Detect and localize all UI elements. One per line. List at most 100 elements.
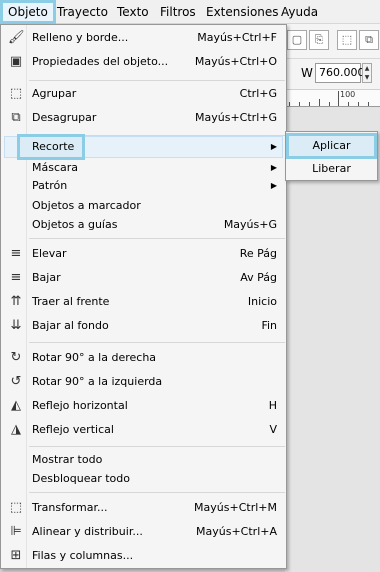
flip-vertical-icon: ◮ bbox=[11, 422, 21, 437]
raise-to-top-icon: ⇈ bbox=[10, 294, 22, 309]
align-icon: ⊫ bbox=[10, 524, 22, 539]
ungroup-icon: ⧉ bbox=[11, 110, 21, 125]
ruler-tick bbox=[329, 102, 330, 106]
menu-ayuda[interactable]: Ayuda bbox=[276, 0, 323, 24]
menu-item-label: Rotar 90° a la derecha bbox=[32, 351, 157, 364]
menu-item-relleno-y-borde[interactable]: 🖌 Relleno y borde... Mayús+Ctrl+F bbox=[4, 27, 283, 49]
menubar: Objeto Trayecto Texto Filtros Extensione… bbox=[0, 0, 380, 24]
menu-item-shortcut: H bbox=[268, 399, 277, 412]
menu-item-label: Transformar... bbox=[32, 501, 108, 514]
menu-item-filas-y-columnas[interactable]: ⊞ Filas y columnas... bbox=[4, 545, 283, 567]
duplicate-icon[interactable]: ⧉ bbox=[359, 30, 379, 50]
menu-item-label: Agrupar bbox=[32, 87, 77, 100]
menu-objeto[interactable]: Objeto bbox=[0, 0, 56, 24]
ruler-label: 100 bbox=[340, 90, 356, 99]
menu-item-objetos-a-guias[interactable]: Objetos a guías Mayús+G bbox=[4, 214, 283, 236]
menu-item-label: Bajar al fondo bbox=[32, 319, 109, 332]
menu-item-shortcut: Mayús+Ctrl+A bbox=[196, 525, 277, 538]
submenu-item-aplicar[interactable]: Aplicar bbox=[286, 133, 377, 159]
toolbar-button-icon[interactable]: ▢ bbox=[287, 30, 307, 50]
raise-icon: ≡ bbox=[10, 246, 22, 261]
paintbrush-icon: 🖌 bbox=[8, 30, 25, 45]
menu-item-label: Bajar bbox=[32, 271, 61, 284]
menu-item-shortcut: V bbox=[269, 423, 277, 436]
menu-item-reflejo-horizontal[interactable]: ◭ Reflejo horizontal H bbox=[4, 395, 283, 417]
ruler-tick bbox=[309, 102, 310, 106]
ruler-tick bbox=[319, 99, 320, 106]
menu-item-shortcut: Mayús+G bbox=[223, 218, 277, 231]
menu-item-desbloquear-todo[interactable]: Desbloquear todo bbox=[4, 468, 283, 490]
lower-icon: ≡ bbox=[10, 270, 22, 285]
menu-item-shortcut: Inicio bbox=[247, 295, 277, 308]
menu-item-label: Elevar bbox=[32, 247, 67, 260]
menu-item-agrupar[interactable]: ⬚ Agrupar Ctrl+G bbox=[4, 83, 283, 105]
ruler-tick bbox=[338, 91, 339, 106]
menu-separator bbox=[29, 238, 285, 239]
menu-item-label: Reflejo vertical bbox=[32, 423, 114, 436]
width-spinner[interactable]: ▲ ▼ bbox=[362, 63, 372, 83]
menu-item-desagrupar[interactable]: ⧉ Desagrupar Mayús+Ctrl+G bbox=[4, 107, 283, 129]
lower-to-bottom-icon: ⇊ bbox=[10, 318, 22, 333]
menu-texto[interactable]: Texto bbox=[112, 0, 154, 24]
menu-item-label: Desbloquear todo bbox=[32, 472, 130, 485]
menu-item-label: Alinear y distribuir... bbox=[32, 525, 143, 538]
menu-separator bbox=[29, 342, 285, 343]
menu-item-shortcut: Ctrl+G bbox=[239, 87, 277, 100]
ruler-tick bbox=[368, 102, 369, 106]
menu-separator bbox=[29, 80, 285, 81]
menu-item-traer-al-frente[interactable]: ⇈ Traer al frente Inicio bbox=[4, 291, 283, 313]
select-icon[interactable]: ⬚ bbox=[337, 30, 357, 50]
ruler-tick bbox=[358, 102, 359, 106]
menu-item-shortcut: Re Pág bbox=[239, 247, 277, 260]
grid-icon: ⊞ bbox=[10, 548, 22, 563]
clipboard-icon[interactable]: ⎘ bbox=[309, 30, 329, 50]
menu-item-label: Relleno y borde... bbox=[32, 31, 129, 44]
menu-item-label: Traer al frente bbox=[32, 295, 110, 308]
recorte-submenu: Aplicar Liberar bbox=[285, 131, 378, 181]
menu-item-patron[interactable]: Patrón ▶ bbox=[4, 175, 283, 197]
menu-item-label: Rotar 90° a la izquierda bbox=[32, 375, 163, 388]
menu-item-label: Patrón bbox=[32, 179, 68, 192]
menu-trayecto[interactable]: Trayecto bbox=[52, 0, 113, 24]
rotate-cw-icon: ↻ bbox=[10, 350, 22, 365]
menu-separator bbox=[29, 492, 285, 493]
menu-item-shortcut: Mayús+Ctrl+O bbox=[194, 55, 277, 68]
commands-toolbar: ▢ ⎘ ⬚ ⧉ bbox=[285, 24, 380, 59]
menu-extensiones[interactable]: Extensiones bbox=[201, 0, 284, 24]
menu-item-shortcut: Fin bbox=[261, 319, 277, 332]
submenu-arrow-icon: ▶ bbox=[270, 142, 277, 151]
submenu-item-liberar[interactable]: Liberar bbox=[286, 159, 377, 179]
menu-item-rotar-derecha[interactable]: ↻ Rotar 90° a la derecha bbox=[4, 347, 283, 369]
ruler-tick bbox=[299, 102, 300, 106]
menu-item-shortcut: Mayús+Ctrl+M bbox=[194, 501, 277, 514]
menu-item-reflejo-vertical[interactable]: ◮ Reflejo vertical V bbox=[4, 419, 283, 441]
menu-item-shortcut: Av Pág bbox=[240, 271, 277, 284]
menu-item-label: Reflejo horizontal bbox=[32, 399, 128, 412]
transform-icon: ⬚ bbox=[9, 500, 23, 515]
object-properties-icon: ▣ bbox=[9, 54, 23, 69]
ruler-tick bbox=[348, 102, 349, 106]
ruler-tick bbox=[289, 102, 290, 106]
menu-item-propiedades[interactable]: ▣ Propiedades del objeto... Mayús+Ctrl+O bbox=[4, 51, 283, 73]
menu-item-bajar[interactable]: ≡ Bajar Av Pág bbox=[4, 267, 283, 289]
objeto-menu: 🖌 Relleno y borde... Mayús+Ctrl+F ▣ Prop… bbox=[0, 24, 287, 569]
menu-item-alinear[interactable]: ⊫ Alinear y distribuir... Mayús+Ctrl+A bbox=[4, 521, 283, 543]
menu-item-label: Objetos a guías bbox=[32, 218, 118, 231]
menu-item-transformar[interactable]: ⬚ Transformar... Mayús+Ctrl+M bbox=[4, 497, 283, 519]
editor-background: ▢ ⎘ ⬚ ⧉ W 760.000 ▲ ▼ 100 bbox=[285, 24, 380, 572]
flip-horizontal-icon: ◭ bbox=[11, 398, 21, 413]
menu-item-label: Recorte bbox=[32, 140, 75, 153]
submenu-arrow-icon: ▶ bbox=[270, 181, 277, 190]
width-label: W bbox=[301, 66, 313, 80]
menu-item-rotar-izquierda[interactable]: ↺ Rotar 90° a la izquierda bbox=[4, 371, 283, 393]
menu-item-shortcut: Mayús+Ctrl+F bbox=[197, 31, 277, 44]
menu-item-shortcut: Mayús+Ctrl+G bbox=[195, 111, 277, 124]
menu-item-label: Filas y columnas... bbox=[32, 549, 134, 562]
menu-item-elevar[interactable]: ≡ Elevar Re Pág bbox=[4, 243, 283, 265]
menu-filtros[interactable]: Filtros bbox=[155, 0, 201, 24]
rotate-ccw-icon: ↺ bbox=[10, 374, 22, 389]
width-input[interactable]: 760.000 bbox=[315, 63, 365, 83]
menu-item-label: Desagrupar bbox=[32, 111, 97, 124]
menu-separator bbox=[29, 446, 285, 447]
menu-item-bajar-al-fondo[interactable]: ⇊ Bajar al fondo Fin bbox=[4, 315, 283, 337]
